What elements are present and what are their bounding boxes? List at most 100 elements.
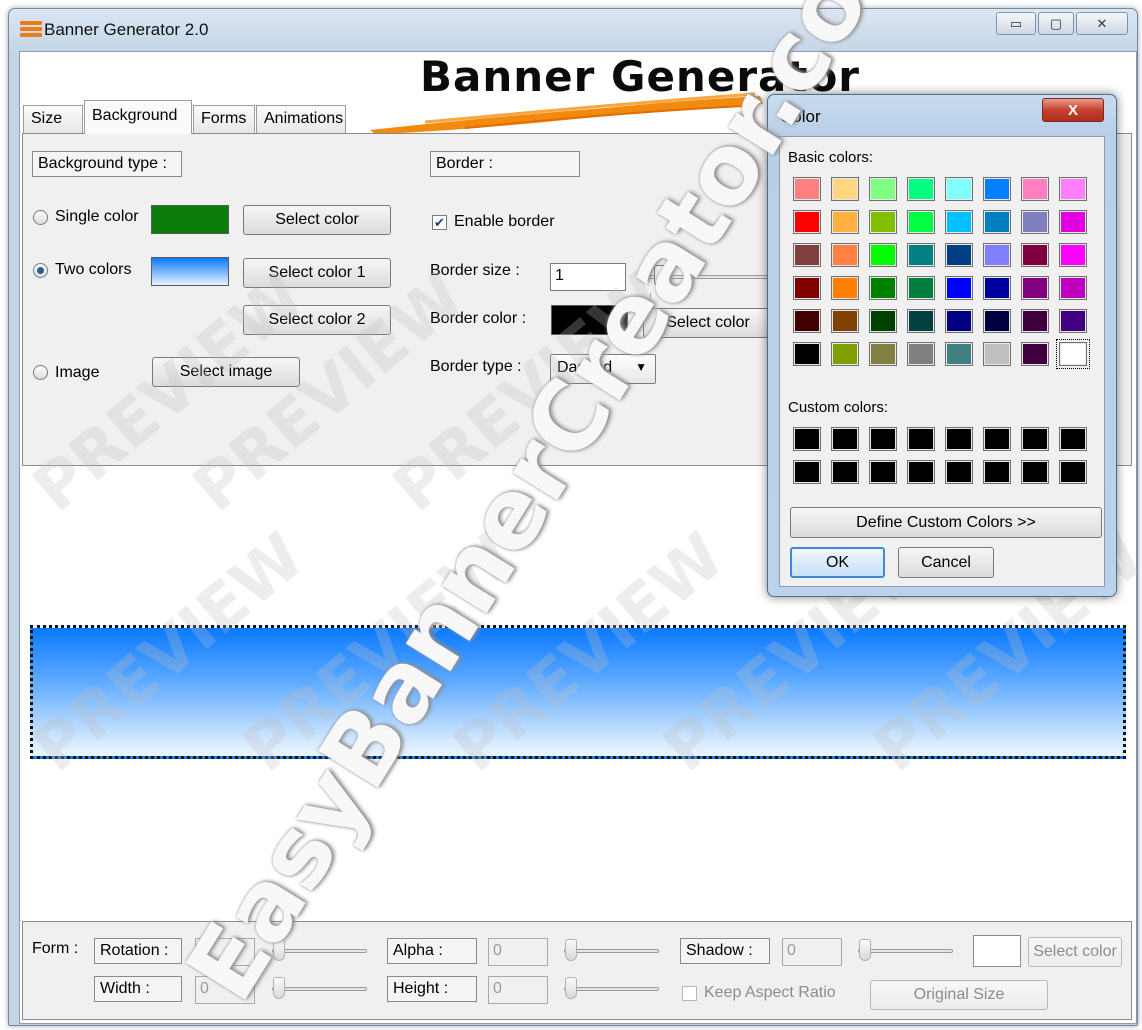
original-size-button[interactable]: Original Size [870, 980, 1048, 1010]
color-swatch-cell[interactable] [793, 276, 821, 300]
color-swatch-cell[interactable] [907, 210, 935, 234]
enable-border-checkbox[interactable]: ✔ [432, 215, 447, 230]
minimize-button[interactable]: ▭ [996, 12, 1036, 35]
width-input[interactable]: 0 [195, 976, 255, 1004]
color-swatch-cell[interactable] [907, 309, 935, 333]
color-swatch-cell[interactable] [983, 243, 1011, 267]
define-custom-colors-button[interactable]: Define Custom Colors >> [790, 507, 1102, 538]
color-swatch-cell[interactable] [1021, 177, 1049, 201]
color-swatch-cell[interactable] [1059, 210, 1087, 234]
color-swatch-cell[interactable] [831, 177, 859, 201]
color-swatch-cell[interactable] [1021, 210, 1049, 234]
color-swatch-cell[interactable] [1021, 460, 1049, 484]
color-swatch-cell[interactable] [1059, 309, 1087, 333]
tab-forms[interactable]: Forms [193, 105, 255, 133]
color-swatch-cell[interactable] [793, 243, 821, 267]
color-swatch-cell[interactable] [1021, 342, 1049, 366]
color-swatch-cell[interactable] [1059, 276, 1087, 300]
color-swatch-cell[interactable] [1021, 243, 1049, 267]
color-swatch-cell[interactable] [907, 342, 935, 366]
color-swatch-cell[interactable] [793, 460, 821, 484]
border-select-color-button[interactable]: Select color [643, 308, 773, 338]
color-swatch-cell[interactable] [1059, 243, 1087, 267]
rotation-input[interactable]: 0 [195, 938, 255, 966]
color-swatch-cell[interactable] [793, 309, 821, 333]
image-radio[interactable] [33, 365, 48, 380]
color-swatch-cell[interactable] [1056, 339, 1090, 369]
color-swatch-cell[interactable] [983, 276, 1011, 300]
color-swatch-cell[interactable] [945, 177, 973, 201]
color-swatch-cell[interactable] [983, 460, 1011, 484]
height-input[interactable]: 0 [488, 976, 548, 1004]
color-swatch-cell[interactable] [945, 210, 973, 234]
color-swatch-cell[interactable] [907, 460, 935, 484]
height-slider-thumb[interactable] [565, 977, 577, 999]
two-colors-radio[interactable] [33, 263, 48, 278]
tab-size[interactable]: Size [23, 105, 83, 133]
width-slider-thumb[interactable] [273, 977, 285, 999]
color-swatch-cell[interactable] [793, 342, 821, 366]
color-swatch-cell[interactable] [945, 309, 973, 333]
color-swatch-cell[interactable] [983, 177, 1011, 201]
border-size-input[interactable]: 1 [550, 263, 626, 291]
color-swatch-cell[interactable] [869, 210, 897, 234]
shadow-input[interactable]: 0 [782, 938, 842, 966]
color-swatch-cell[interactable] [1021, 309, 1049, 333]
color-swatch-cell[interactable] [869, 243, 897, 267]
color-swatch-cell[interactable] [907, 427, 935, 451]
tab-animations[interactable]: Animations [256, 105, 346, 133]
color-swatch-cell[interactable] [1021, 427, 1049, 451]
color-swatch-cell[interactable] [793, 427, 821, 451]
color-swatch-cell[interactable] [907, 243, 935, 267]
color-swatch-cell[interactable] [831, 427, 859, 451]
shadow-select-color-button[interactable]: Select color [1028, 937, 1122, 967]
color-swatch-cell[interactable] [869, 177, 897, 201]
color-swatch-cell[interactable] [1059, 177, 1087, 201]
color-swatch-cell[interactable] [831, 309, 859, 333]
select-color-button[interactable]: Select color [243, 205, 391, 235]
color-swatch-cell[interactable] [945, 460, 973, 484]
color-swatch-cell[interactable] [831, 243, 859, 267]
color-swatch-cell[interactable] [983, 342, 1011, 366]
ok-button[interactable]: OK [790, 547, 885, 578]
rotation-slider-thumb[interactable] [273, 939, 285, 961]
color-swatch-cell[interactable] [907, 276, 935, 300]
color-swatch-cell[interactable] [945, 427, 973, 451]
select-image-button[interactable]: Select image [152, 357, 300, 387]
color-swatch-cell[interactable] [869, 276, 897, 300]
border-type-dropdown[interactable]: Dashed ▼ [550, 354, 656, 384]
color-swatch-cell[interactable] [945, 342, 973, 366]
select-color-2-button[interactable]: Select color 2 [243, 305, 391, 335]
keep-aspect-ratio-checkbox[interactable] [682, 986, 697, 1001]
maximize-button[interactable]: ▢ [1038, 12, 1074, 35]
color-swatch-cell[interactable] [869, 309, 897, 333]
window-close-button[interactable]: ✕ [1076, 12, 1128, 35]
color-swatch-cell[interactable] [983, 427, 1011, 451]
border-size-slider-thumb[interactable] [654, 265, 666, 287]
color-swatch-cell[interactable] [831, 276, 859, 300]
color-swatch-cell[interactable] [831, 210, 859, 234]
color-swatch-cell[interactable] [831, 342, 859, 366]
color-swatch-cell[interactable] [945, 243, 973, 267]
tab-background[interactable]: Background [84, 100, 192, 134]
single-color-radio[interactable] [33, 210, 48, 225]
color-swatch-cell[interactable] [983, 309, 1011, 333]
color-swatch-cell[interactable] [869, 460, 897, 484]
color-swatch-cell[interactable] [907, 177, 935, 201]
color-swatch-cell[interactable] [1021, 276, 1049, 300]
color-swatch-cell[interactable] [1059, 427, 1087, 451]
select-color-1-button[interactable]: Select color 1 [243, 258, 391, 288]
color-swatch-cell[interactable] [869, 427, 897, 451]
shadow-slider-thumb[interactable] [859, 939, 871, 961]
color-swatch-cell[interactable] [983, 210, 1011, 234]
color-swatch-cell[interactable] [869, 342, 897, 366]
color-swatch-cell[interactable] [793, 177, 821, 201]
alpha-input[interactable]: 0 [488, 938, 548, 966]
color-swatch-cell[interactable] [831, 460, 859, 484]
color-swatch-cell[interactable] [945, 276, 973, 300]
color-swatch-cell[interactable] [793, 210, 821, 234]
alpha-slider-thumb[interactable] [565, 939, 577, 961]
color-swatch-cell[interactable] [1059, 460, 1087, 484]
cancel-button[interactable]: Cancel [898, 547, 994, 578]
color-dialog-close-button[interactable]: X [1042, 98, 1104, 122]
